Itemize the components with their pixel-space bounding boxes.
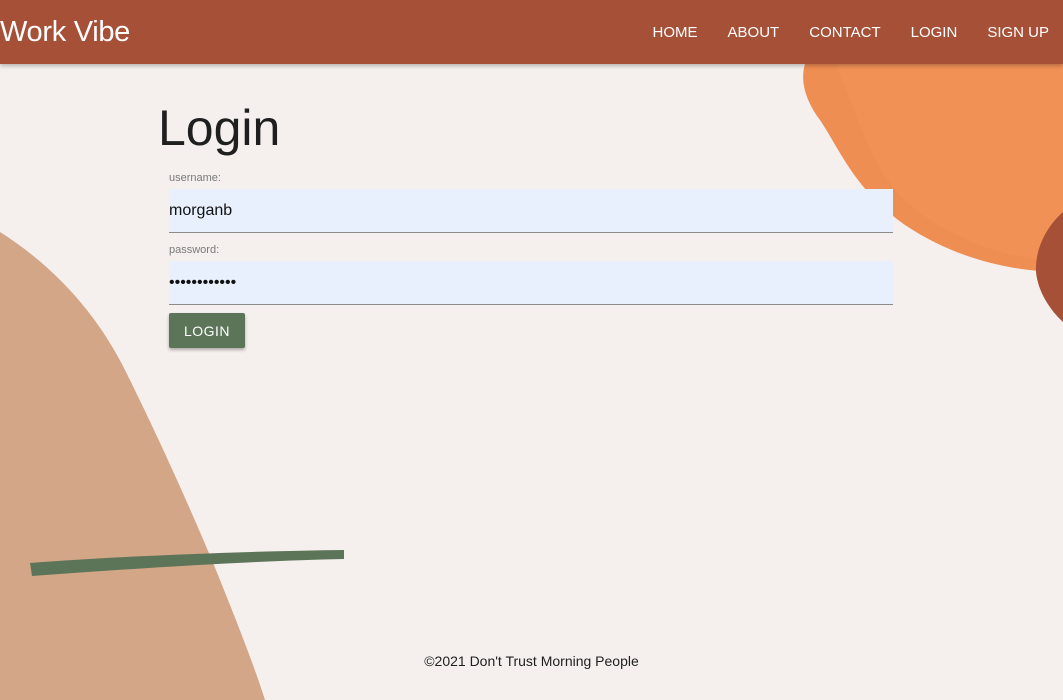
password-label: password: <box>169 244 220 256</box>
login-form: username: password: LOGIN <box>169 171 893 348</box>
login-button[interactable]: LOGIN <box>169 313 245 348</box>
top-navbar: Work Vibe HOME ABOUT CONTACT LOGIN SIGN … <box>0 0 1063 64</box>
login-panel: Login username: password: LOGIN <box>158 64 898 348</box>
nav-login-link[interactable]: LOGIN <box>911 24 958 41</box>
password-input[interactable] <box>169 261 893 305</box>
nav-signup-link[interactable]: SIGN UP <box>987 24 1049 41</box>
brand-logo[interactable]: Work Vibe <box>0 14 130 50</box>
nav-links: HOME ABOUT CONTACT LOGIN SIGN UP <box>623 0 1049 64</box>
nav-about-link[interactable]: ABOUT <box>728 24 780 41</box>
username-label: username: <box>169 172 221 184</box>
nav-contact-link[interactable]: CONTACT <box>809 24 880 41</box>
page-title: Login <box>158 100 281 156</box>
footer-text: ©2021 Don't Trust Morning People <box>424 653 639 669</box>
username-input[interactable] <box>169 189 893 233</box>
nav-home-link[interactable]: HOME <box>653 24 698 41</box>
